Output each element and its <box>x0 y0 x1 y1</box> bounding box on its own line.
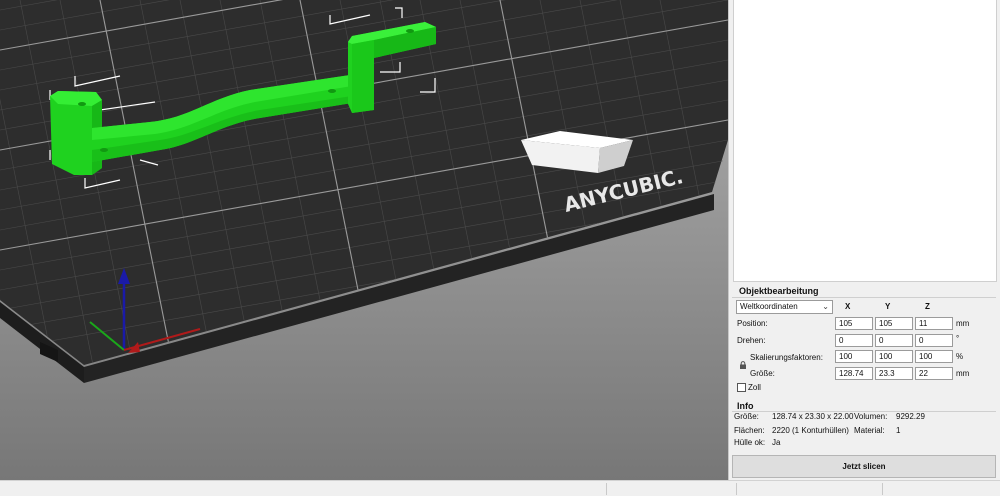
info-title: Info <box>737 401 754 411</box>
right-sidebar <box>728 0 1000 480</box>
size-x-field[interactable]: 128.74 <box>835 367 873 380</box>
info-hull-label: Hülle ok: <box>734 438 766 447</box>
rotation-z-field[interactable]: 0 <box>915 334 953 347</box>
rotation-unit: ° <box>956 334 960 343</box>
info-material-label: Material: <box>854 426 885 435</box>
status-bar <box>0 480 1000 496</box>
scale-z-field[interactable]: 100 <box>915 350 953 363</box>
position-y-field[interactable]: 105 <box>875 317 913 330</box>
rotation-y-field[interactable]: 0 <box>875 334 913 347</box>
info-hull-value: Ja <box>772 438 781 447</box>
info-volume-label: Volumen: <box>854 412 888 421</box>
object-edit-title: Objektbearbeitung <box>739 286 819 296</box>
plater-scene[interactable]: ANYCUBIC. <box>0 0 728 480</box>
info-faces-label: Flächen: <box>734 426 765 435</box>
object-list-panel[interactable] <box>733 0 997 282</box>
axis-header-y: Y <box>885 302 891 311</box>
coordinate-system-select[interactable]: Weltkoordinaten ⌄ <box>736 300 833 314</box>
inch-checkbox[interactable] <box>737 383 746 392</box>
chevron-down-icon: ⌄ <box>822 302 829 311</box>
coordinate-system-value: Weltkoordinaten <box>740 302 798 311</box>
scale-unit: % <box>956 352 964 361</box>
position-z-field[interactable]: 11 <box>915 317 953 330</box>
size-label: Größe: <box>750 369 775 378</box>
scale-label: Skalierungsfaktoren: <box>750 353 823 362</box>
inch-label: Zoll <box>748 383 761 392</box>
info-volume-value: 9292.29 <box>896 412 925 421</box>
3d-viewport[interactable]: ANYCUBIC. <box>0 0 728 480</box>
status-separator <box>606 483 607 495</box>
position-unit: mm <box>956 319 970 328</box>
info-faces-value: 2220 (1 Konturhüllen) <box>772 426 849 435</box>
rotation-label: Drehen: <box>737 336 766 345</box>
size-z-field[interactable]: 22 <box>915 367 953 380</box>
info-material-value: 1 <box>896 426 901 435</box>
scale-x-field[interactable]: 100 <box>835 350 873 363</box>
info-size-value: 128.74 x 23.30 x 22.00 <box>772 412 854 421</box>
info-size-label: Größe: <box>734 412 759 421</box>
axis-header-z: Z <box>925 302 930 311</box>
lock-icon[interactable] <box>739 361 747 369</box>
status-separator <box>882 483 883 495</box>
status-separator <box>736 483 737 495</box>
section-divider <box>732 297 996 298</box>
axis-header-x: X <box>845 302 851 311</box>
position-label: Position: <box>737 319 768 328</box>
scale-y-field[interactable]: 100 <box>875 350 913 363</box>
position-x-field[interactable]: 105 <box>835 317 873 330</box>
slice-now-button[interactable]: Jetzt slicen <box>732 455 996 478</box>
size-unit: mm <box>956 369 970 378</box>
size-y-field[interactable]: 23.3 <box>875 367 913 380</box>
rotation-x-field[interactable]: 0 <box>835 334 873 347</box>
